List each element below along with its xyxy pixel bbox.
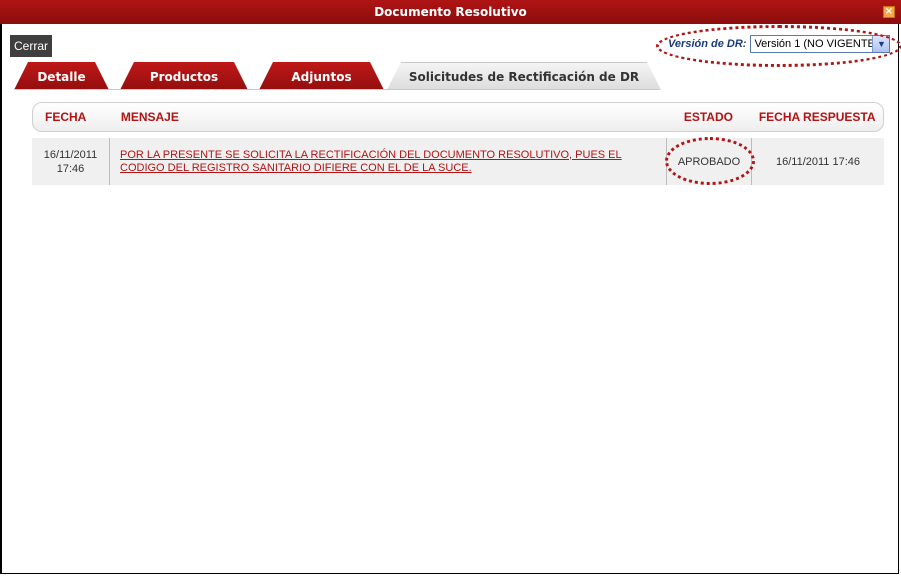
close-icon[interactable]: × bbox=[883, 6, 895, 18]
tab-bar: Detalle Productos Adjuntos Solicitudes d… bbox=[14, 62, 894, 90]
cell-fecha: 16/11/2011 17:46 bbox=[32, 138, 110, 185]
tab-solicitudes[interactable]: Solicitudes de Rectificación de DR bbox=[387, 62, 661, 90]
tab-label: Adjuntos bbox=[291, 70, 352, 84]
tab-adjuntos[interactable]: Adjuntos bbox=[259, 62, 384, 90]
tab-detalle[interactable]: Detalle bbox=[14, 62, 109, 90]
tab-label: Solicitudes de Rectificación de DR bbox=[408, 70, 640, 84]
column-header-fecha-respuesta: FECHA RESPUESTA bbox=[758, 110, 876, 124]
annotation-ellipse-estado bbox=[665, 137, 755, 185]
message-link[interactable]: POR LA PRESENTE SE SOLICITA LA RECTIFICA… bbox=[120, 149, 650, 175]
cell-fecha-time: 17:46 bbox=[56, 162, 85, 175]
tab-label: Detalle bbox=[37, 70, 86, 84]
cell-estado: APROBADO bbox=[665, 137, 755, 185]
cell-fecha-respuesta: 16/11/2011 17:46 bbox=[775, 155, 860, 168]
column-header-fecha: FECHA bbox=[45, 110, 87, 124]
annotation-ellipse-version bbox=[656, 25, 901, 67]
window-titlebar: Documento Resolutivo × bbox=[0, 0, 901, 24]
tab-divider bbox=[14, 89, 659, 90]
close-button[interactable]: Cerrar bbox=[10, 35, 53, 57]
cell-fecha-date: 16/11/2011 bbox=[43, 148, 98, 161]
table-header: FECHA MENSAJE ESTADO FECHA RESPUESTA bbox=[32, 102, 884, 132]
column-header-estado: ESTADO bbox=[683, 110, 733, 124]
requests-table: FECHA MENSAJE ESTADO FECHA RESPUESTA 16/… bbox=[32, 102, 884, 185]
tab-productos[interactable]: Productos bbox=[120, 62, 248, 90]
column-header-mensaje: MENSAJE bbox=[120, 110, 179, 124]
tab-label: Productos bbox=[149, 70, 219, 84]
cell-mensaje: POR LA PRESENTE SE SOLICITA LA RECTIFICA… bbox=[110, 138, 666, 185]
table-row: 16/11/2011 17:46 POR LA PRESENTE SE SOLI… bbox=[32, 137, 884, 185]
window-title: Documento Resolutivo bbox=[374, 5, 527, 19]
